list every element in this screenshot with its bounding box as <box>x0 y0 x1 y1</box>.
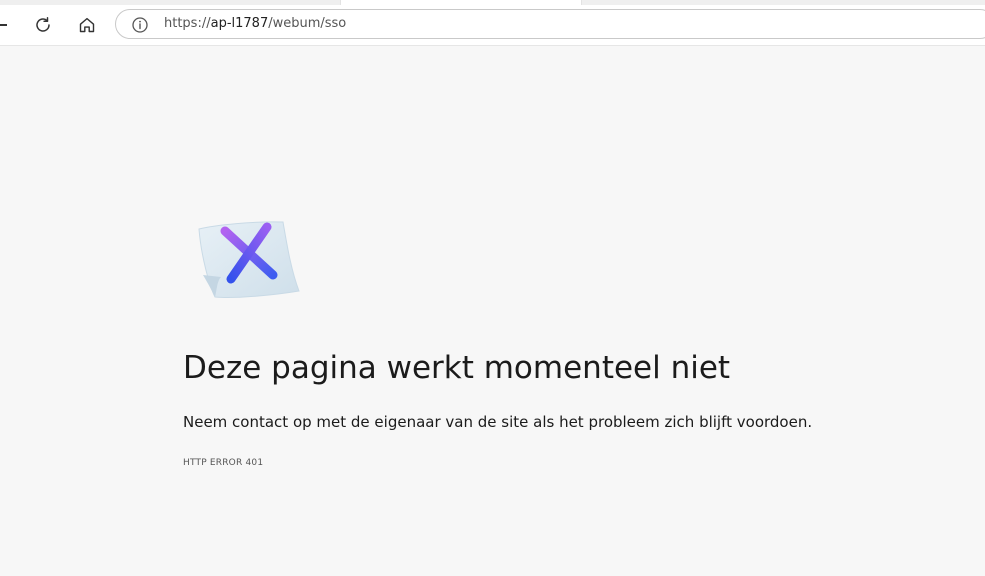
address-bar[interactable]: https://ap-l1787/webum/sso <box>115 9 985 39</box>
refresh-icon <box>36 17 50 32</box>
error-code: HTTP ERROR 401 <box>183 458 264 468</box>
browser-toolbar: https://ap-l1787/webum/sso <box>0 5 985 46</box>
info-icon <box>132 17 148 33</box>
home-button[interactable] <box>72 10 102 40</box>
refresh-button[interactable] <box>28 10 58 40</box>
url-path: /webum/sso <box>268 16 347 31</box>
url-text[interactable]: https://ap-l1787/webum/sso <box>164 10 346 38</box>
error-x-illustration <box>195 215 305 305</box>
site-info-button[interactable] <box>130 15 150 35</box>
url-scheme: https:// <box>164 16 211 31</box>
error-message: Neem contact op met de eigenaar van de s… <box>183 413 813 431</box>
back-icon[interactable] <box>0 24 7 26</box>
home-icon <box>79 17 95 33</box>
url-host: ap-l1787 <box>210 16 269 31</box>
page-title: Deze pagina werkt momenteel niet <box>183 350 731 386</box>
